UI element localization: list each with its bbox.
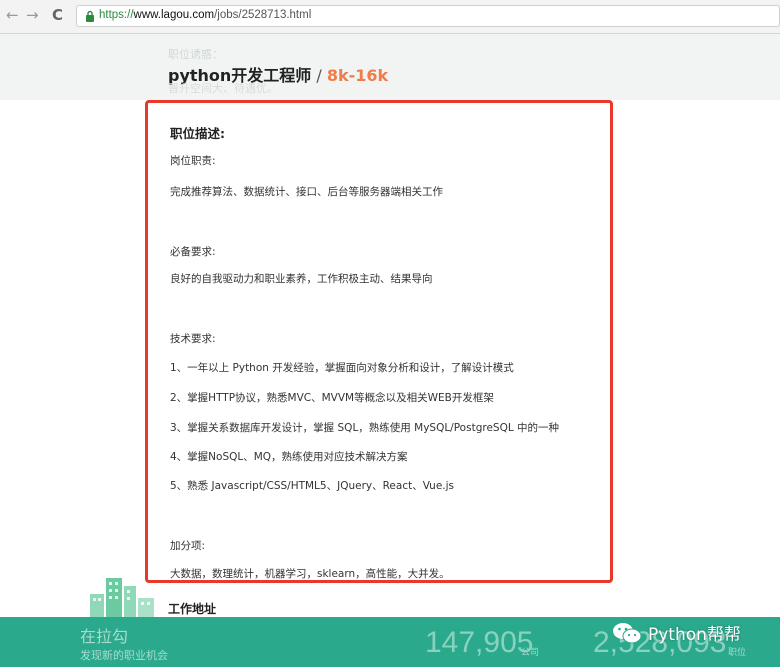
- salary-range: 8k-16k: [326, 66, 389, 85]
- footer-slogan: 发现新的职业机会: [80, 649, 168, 662]
- wechat-icon: [613, 622, 642, 643]
- url-host: www.lagou.com: [133, 9, 215, 21]
- description-line: 大数据，数理统计，机器学习，sklearn，高性能，大并发。: [170, 568, 450, 580]
- description-line: 5、熟悉 Javascript/CSS/HTML5、JQuery、React、V…: [170, 480, 455, 492]
- job-unit: 职位: [728, 648, 747, 658]
- section-label: 必备要求:: [170, 246, 216, 258]
- section-label: 岗位职责:: [170, 155, 216, 167]
- title-separator: /: [311, 66, 327, 85]
- work-address-heading: 工作地址: [168, 602, 217, 616]
- company-unit: 公司: [521, 648, 540, 658]
- description-line: 良好的自我驱动力和职业素养，工作积极主动、结果导向: [170, 273, 433, 285]
- url-scheme: https://: [99, 9, 134, 21]
- back-button[interactable]: ←: [6, 6, 19, 24]
- address-bar[interactable]: https://www.lagou.com/jobs/2528713.html: [76, 5, 780, 27]
- section-label: 技术要求:: [170, 333, 216, 345]
- lock-icon: [86, 10, 94, 22]
- description-line: 1、一年以上 Python 开发经验，掌握面向对象分析和设计，了解设计模式: [170, 362, 514, 374]
- watermark-text: Python帮帮: [648, 625, 741, 645]
- city-buildings-icon: [90, 578, 154, 618]
- section-label: 加分项:: [170, 540, 206, 552]
- description-line: 2、掌握HTTP协议，熟悉MVC、MVVM等概念以及相关WEB开发框架: [170, 392, 494, 404]
- description-line: 3、掌握关系数据库开发设计，掌握 SQL，熟练使用 MySQL/PostgreS…: [170, 422, 560, 434]
- company-count: 147,905: [425, 626, 534, 659]
- reload-button[interactable]: C: [52, 6, 63, 24]
- description-line: 4、掌握NoSQL、MQ，熟练使用对应技术解决方案: [170, 451, 408, 463]
- forward-button[interactable]: →: [26, 6, 39, 24]
- job-perks-label: 职位诱惑：: [168, 48, 223, 61]
- description-heading: 职位描述:: [170, 126, 225, 141]
- description-line: 完成推荐算法、数据统计、接口、后台等服务器端相关工作: [170, 186, 443, 198]
- browser-toolbar: ← → C https://www.lagou.com/jobs/2528713…: [0, 0, 780, 34]
- job-header: 职位诱惑： python开发工程师 / 8k-16k 晋升空间大、待遇优。: [0, 34, 780, 100]
- footer-brand: 在拉勾: [80, 627, 129, 646]
- url-path: /jobs/2528713.html: [214, 9, 312, 21]
- url-text: https://www.lagou.com/jobs/2528713.html: [99, 9, 311, 21]
- job-description-panel: 职位描述: 岗位职责: 完成推荐算法、数据统计、接口、后台等服务器端相关工作 必…: [145, 100, 613, 583]
- job-perks-text: 晋升空间大、待遇优。: [168, 82, 278, 95]
- watermark: Python帮帮: [612, 620, 741, 645]
